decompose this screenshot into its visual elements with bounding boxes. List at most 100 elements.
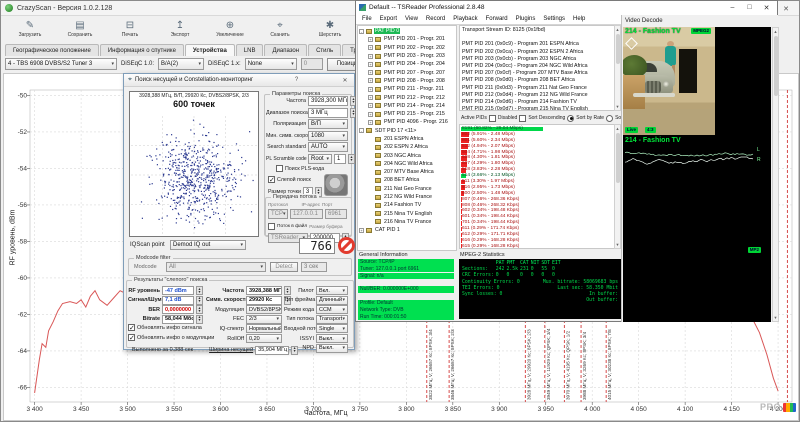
expand-icon[interactable]: + xyxy=(359,228,364,233)
tree-item[interactable]: +PMT PID 202 - Progr. 202 xyxy=(359,44,455,52)
expand-icon[interactable]: + xyxy=(368,95,373,100)
spinner[interactable]: ▲▼ xyxy=(196,286,203,295)
program-list-line[interactable]: PMT PID 212 (0x0d4) - Program 212 NG Wil… xyxy=(462,92,618,99)
program-list-line[interactable]: PMT PID 211 (0x0d3) - Program 211 Nat Ge… xyxy=(462,85,618,92)
result-field[interactable]: Выкл. xyxy=(316,344,348,353)
param-field[interactable]: В/П xyxy=(308,119,348,129)
tree-item[interactable]: +CAT PID 1 xyxy=(359,226,455,234)
tree-item[interactable]: +PMT PID 215 - Progr. 215 xyxy=(359,110,455,118)
comb-button[interactable]: ✱Шерстить xyxy=(307,17,353,42)
spinner[interactable]: ▲▼ xyxy=(291,346,298,355)
pl-number[interactable]: 1 xyxy=(334,154,346,164)
param-field[interactable]: 3 МГц xyxy=(308,108,348,118)
tree-item[interactable]: 208 BET Africa xyxy=(359,176,455,184)
expand-icon[interactable]: + xyxy=(368,120,373,125)
program-list-line[interactable]: Transport Stream ID: 8125 (0x1fbd) xyxy=(462,27,618,34)
iqscan-select[interactable]: Demod IQ out xyxy=(170,240,246,250)
param-field[interactable]: 3928,300 МГц xyxy=(308,96,348,106)
diseqc10-select[interactable]: B/A(2) xyxy=(158,58,204,70)
tab-устройства[interactable]: Устройства xyxy=(185,44,235,56)
tab-информация-о-спутнике[interactable]: Информация о спутнике xyxy=(100,44,184,56)
spinner[interactable]: ▲▼ xyxy=(196,296,203,305)
program-list-line[interactable]: PMT PID 215 (0x0d7) - Program 215 Nina T… xyxy=(462,106,618,111)
port-field[interactable]: 6961 xyxy=(325,209,347,219)
pls-search-checkbox[interactable] xyxy=(276,165,283,172)
tree-item[interactable]: +PMT PID 207 - Progr. 207 xyxy=(359,68,455,76)
tree-item[interactable]: +PMT PID 208 - Progr. 208 xyxy=(359,77,455,85)
device-select[interactable]: 4 - TBS 6908 DVBS/S2 Tuner 3 xyxy=(5,58,117,70)
video-pane-scrollbar[interactable]: ▲▼ xyxy=(772,27,779,322)
result-field[interactable]: Вкл. xyxy=(316,286,348,295)
tree-item[interactable]: 207 MTV Base Africa xyxy=(359,168,455,176)
collapse-icon[interactable]: - xyxy=(359,29,364,34)
diseqc1x-select[interactable]: None xyxy=(245,58,297,70)
tab-стиль[interactable]: Стиль xyxy=(308,44,341,56)
update-mod-checkbox[interactable] xyxy=(128,334,135,341)
tree-item[interactable]: +PMT PID 201 - Progr. 201 xyxy=(359,35,455,43)
tree-item[interactable]: -PAT PID 0 xyxy=(359,27,455,35)
expand-icon[interactable]: + xyxy=(368,37,373,42)
tree-item[interactable]: 212 NG Wild France xyxy=(359,193,455,201)
result-field[interactable]: Выкл. xyxy=(316,334,348,343)
spinner[interactable]: ▲▼ xyxy=(196,305,203,314)
help-icon[interactable]: ? xyxy=(292,77,302,83)
result-field[interactable]: 0,20 xyxy=(246,334,282,343)
minimize-icon[interactable]: – xyxy=(724,1,741,14)
tree-item[interactable]: +PMT PID 204 - Progr. 204 xyxy=(359,60,455,68)
param-field[interactable]: 1080 xyxy=(308,131,348,141)
result-field[interactable]: DVBS2/8PSK xyxy=(246,305,282,314)
result-field[interactable]: 3928,388 МГц xyxy=(246,286,282,295)
param-field[interactable]: AUTO xyxy=(308,142,348,152)
result-field[interactable]: CCM xyxy=(316,305,348,314)
active-pids-scrollbar[interactable]: ▲▼ xyxy=(614,124,621,249)
scan-button[interactable]: ⌖Сканить xyxy=(257,17,303,42)
sort-descending-checkbox[interactable] xyxy=(519,115,526,122)
expand-icon[interactable]: + xyxy=(368,62,373,67)
expand-icon[interactable]: + xyxy=(368,70,373,75)
menu-settings[interactable]: Settings xyxy=(543,16,565,22)
result-field[interactable]: Нормальный xyxy=(246,324,282,333)
save-button[interactable]: ▤Сохранить xyxy=(57,17,103,42)
tree-item[interactable]: 216 Nina TV France xyxy=(359,218,455,226)
carrier-width-link[interactable]: Ширина несущей xyxy=(209,347,253,353)
result-field[interactable]: 29920 Кс xyxy=(246,296,282,305)
tree-item[interactable]: +PMT PID 211 - Progr. 211 xyxy=(359,85,455,93)
file-checkbox[interactable] xyxy=(268,223,275,230)
result-field[interactable]: Transport xyxy=(316,315,348,324)
expand-icon[interactable]: + xyxy=(368,54,373,59)
tab-географическое-положение[interactable]: Географическое положение xyxy=(5,44,99,56)
modcode-select[interactable]: All xyxy=(166,262,266,272)
close-icon[interactable]: ✕ xyxy=(340,77,350,84)
menu-help[interactable]: Help xyxy=(573,16,585,22)
tree-item[interactable]: +PMT PID 203 - Progr. 203 xyxy=(359,52,455,60)
tree-item[interactable]: 215 Nina TV English xyxy=(359,210,455,218)
detect-seconds[interactable]: 3 сек xyxy=(301,262,327,272)
tree-item[interactable]: 202 ESPN 2 Africa xyxy=(359,143,455,151)
menu-forward[interactable]: Forward xyxy=(486,16,508,22)
result-field[interactable]: 0,0000000 xyxy=(162,305,194,314)
collapse-icon[interactable]: - xyxy=(359,128,364,133)
expand-icon[interactable]: + xyxy=(368,45,373,50)
tsreader-titlebar[interactable]: Default -- TSReader Professional 2.8.48 … xyxy=(356,1,777,14)
expand-icon[interactable]: + xyxy=(368,112,373,117)
video-stage[interactable]: 214 - Fashion TV MPEG2 Live 4:3 214 - Fa… xyxy=(623,27,771,322)
position-spinner[interactable]: 0 xyxy=(301,58,323,70)
tree-item[interactable]: 204 NGC Wild Africa xyxy=(359,160,455,168)
load-button[interactable]: ✎Загрузить xyxy=(7,17,53,42)
dialog-titlebar[interactable]: ⌖ Поиск несущей и Constellation-монитори… xyxy=(124,74,354,87)
ip-field[interactable]: 127.0.0.1 xyxy=(290,209,323,219)
spinner[interactable]: ▲▼ xyxy=(348,154,355,164)
sort-by-pid-radio[interactable] xyxy=(606,115,613,122)
tree-item[interactable]: +PMT PID 214 - Progr. 214 xyxy=(359,102,455,110)
result-field[interactable]: -47 dBm xyxy=(162,286,194,295)
menu-view[interactable]: View xyxy=(405,16,418,22)
result-field[interactable]: Single xyxy=(316,324,348,333)
detect-button[interactable]: Detect xyxy=(270,262,298,272)
sort-by-rate-radio[interactable] xyxy=(567,115,574,122)
blind-search-checkbox[interactable] xyxy=(268,176,275,183)
tab-диапазон[interactable]: Диапазон xyxy=(264,44,307,56)
close-icon[interactable]: ✕ xyxy=(779,3,793,14)
expand-icon[interactable]: + xyxy=(368,103,373,108)
tree-item[interactable]: +PMT PID 212 - Progr. 212 xyxy=(359,93,455,101)
result-field[interactable]: 2/3 xyxy=(246,315,282,324)
